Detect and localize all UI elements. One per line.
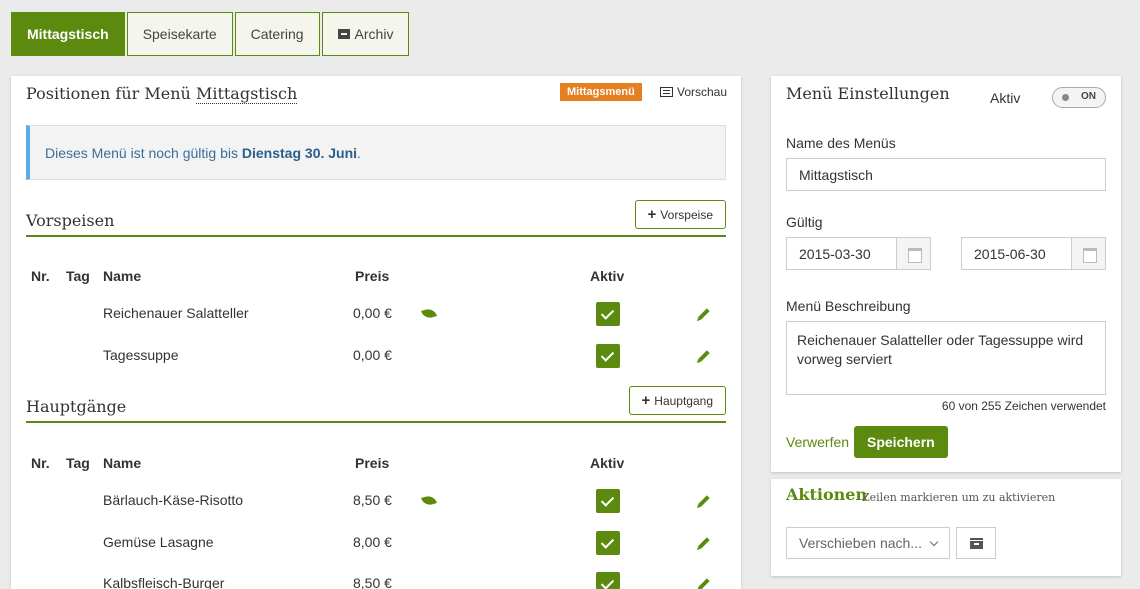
calendar-icon[interactable] bbox=[896, 238, 930, 269]
menu-name-label: Name des Menüs bbox=[786, 135, 896, 151]
active-label: Aktiv bbox=[990, 90, 1021, 106]
menu-type-badge: Mittagsmenü bbox=[560, 83, 642, 101]
tab-label: Speisekarte bbox=[142, 26, 217, 42]
info-date: Dienstag 30. Juni bbox=[241, 144, 358, 161]
section-header-vorspeisen: Vorspeisen + Vorspeise bbox=[26, 200, 726, 237]
active-checkbox[interactable] bbox=[596, 302, 620, 326]
preview-label: Vorschau bbox=[677, 85, 728, 99]
column-tag: Tag bbox=[66, 455, 90, 471]
edit-pencil-icon[interactable] bbox=[698, 537, 710, 549]
column-active: Aktiv bbox=[590, 455, 625, 471]
preview-link[interactable]: Vorschau bbox=[660, 85, 727, 99]
info-prefix: Dieses Menü ist noch gültig bis bbox=[45, 144, 238, 161]
tab-label: Archiv bbox=[354, 26, 394, 42]
tab-speisekarte[interactable]: Speisekarte bbox=[126, 12, 233, 56]
valid-to-field[interactable]: 2015-06-30 bbox=[961, 237, 1106, 270]
add-vorspeise-button[interactable]: + Vorspeise bbox=[634, 200, 726, 229]
active-checkbox[interactable] bbox=[596, 572, 620, 589]
tab-mittagstisch[interactable]: Mittagstisch bbox=[11, 12, 125, 56]
toggle-knob bbox=[1062, 94, 1069, 101]
positions-panel: Positionen für Menü Mittagstisch Mittags… bbox=[11, 76, 741, 589]
tab-label: Mittagstisch bbox=[27, 26, 109, 42]
valid-from-field[interactable]: 2015-03-30 bbox=[786, 237, 931, 270]
valid-to-value: 2015-06-30 bbox=[974, 245, 1046, 262]
menu-tabs: Mittagstisch Speisekarte Catering Archiv bbox=[11, 12, 410, 56]
edit-pencil-icon[interactable] bbox=[698, 308, 710, 320]
item-name: Reichenauer Salatteller bbox=[103, 305, 249, 321]
column-active: Aktiv bbox=[590, 268, 625, 284]
actions-hint: Zeilen markieren um zu aktivieren bbox=[862, 491, 1056, 504]
panel-title: Positionen für Menü Mittagstisch bbox=[26, 84, 298, 104]
item-name: Tagessuppe bbox=[103, 347, 179, 363]
edit-pencil-icon[interactable] bbox=[698, 495, 710, 507]
validity-info: Dieses Menü ist noch gültig bis Dienstag… bbox=[26, 125, 726, 180]
add-label: Hauptgang bbox=[654, 393, 713, 408]
section-title: Hauptgänge bbox=[26, 397, 127, 416]
menu-name-link[interactable]: Mittagstisch bbox=[195, 84, 298, 104]
column-nr: Nr. bbox=[31, 455, 50, 471]
item-name: Bärlauch-Käse-Risotto bbox=[103, 492, 244, 508]
move-to-select[interactable]: Verschieben nach... bbox=[786, 527, 950, 559]
edit-pencil-icon[interactable] bbox=[698, 350, 710, 362]
column-nr: Nr. bbox=[31, 268, 50, 284]
move-to-label: Verschieben nach... bbox=[799, 535, 922, 551]
plus-icon: + bbox=[641, 392, 651, 409]
tab-catering[interactable]: Catering bbox=[234, 12, 320, 56]
valid-from-value: 2015-03-30 bbox=[799, 245, 871, 262]
column-name: Name bbox=[103, 268, 142, 284]
active-checkbox[interactable] bbox=[596, 489, 620, 513]
column-name: Name bbox=[103, 455, 142, 471]
active-toggle[interactable]: ON bbox=[1052, 87, 1106, 108]
item-price: 0,00 € bbox=[353, 305, 392, 321]
add-hauptgang-button[interactable]: + Hauptgang bbox=[628, 386, 726, 415]
actions-title: Aktionen bbox=[786, 485, 868, 504]
settings-title: Menü Einstellungen bbox=[786, 84, 950, 103]
menu-name-field[interactable]: Mittagstisch bbox=[786, 158, 1106, 191]
toggle-state: ON bbox=[1081, 91, 1096, 102]
title-prefix: Positionen für Menü bbox=[26, 84, 191, 103]
vegetarian-leaf-icon bbox=[421, 494, 437, 507]
item-price: 8,50 € bbox=[353, 575, 392, 589]
column-price: Preis bbox=[355, 455, 390, 471]
tab-label: Catering bbox=[250, 26, 304, 42]
archive-icon bbox=[337, 29, 350, 39]
column-price: Preis bbox=[355, 268, 390, 284]
edit-pencil-icon[interactable] bbox=[698, 578, 710, 589]
item-price: 8,50 € bbox=[353, 492, 392, 508]
section-header-hauptgaenge: Hauptgänge + Hauptgang bbox=[26, 386, 726, 423]
active-checkbox[interactable] bbox=[596, 344, 620, 368]
actions-panel: Aktionen Zeilen markieren um zu aktivier… bbox=[771, 479, 1121, 576]
column-tag: Tag bbox=[66, 268, 90, 284]
active-checkbox[interactable] bbox=[596, 531, 620, 555]
archive-button[interactable] bbox=[956, 527, 996, 559]
preview-icon bbox=[660, 87, 673, 97]
valid-label: Gültig bbox=[786, 214, 823, 230]
vegetarian-leaf-icon bbox=[421, 307, 437, 320]
add-label: Vorspeise bbox=[660, 207, 713, 222]
save-button[interactable]: Speichern bbox=[854, 426, 948, 458]
char-counter: 60 von 255 Zeichen verwendet bbox=[941, 399, 1106, 413]
section-title: Vorspeisen bbox=[26, 211, 115, 230]
item-name: Gemüse Lasagne bbox=[103, 534, 214, 550]
item-name: Kalbsfleisch-Burger bbox=[103, 575, 225, 589]
menu-name-value: Mittagstisch bbox=[799, 166, 873, 183]
tab-archiv[interactable]: Archiv bbox=[321, 12, 410, 56]
info-suffix: . bbox=[357, 144, 361, 161]
calendar-icon[interactable] bbox=[1071, 238, 1105, 269]
chevron-down-icon bbox=[929, 537, 939, 547]
item-price: 0,00 € bbox=[353, 347, 392, 363]
archive-icon bbox=[969, 538, 984, 549]
menu-settings-panel: Menü Einstellungen Aktiv ON Name des Men… bbox=[771, 76, 1121, 472]
plus-icon: + bbox=[647, 206, 657, 223]
description-label: Menü Beschreibung bbox=[786, 298, 911, 314]
discard-link[interactable]: Verwerfen bbox=[786, 434, 849, 450]
description-field[interactable]: Reichenauer Salatteller oder Tagessuppe … bbox=[786, 321, 1106, 395]
item-price: 8,00 € bbox=[353, 534, 392, 550]
